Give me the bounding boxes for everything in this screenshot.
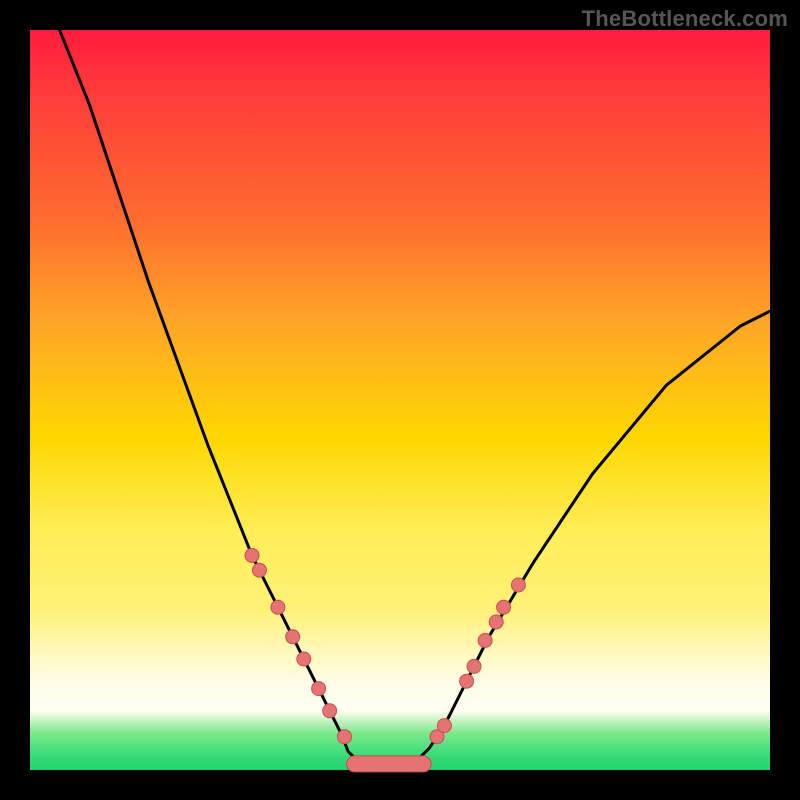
watermark-text: TheBottleneck.com	[582, 6, 788, 32]
bottleneck-curve	[60, 30, 770, 770]
data-marker	[511, 578, 525, 592]
data-marker	[271, 600, 285, 614]
data-marker	[286, 630, 300, 644]
data-marker	[467, 659, 481, 673]
data-marker	[245, 548, 259, 562]
data-marker	[489, 615, 503, 629]
data-marker	[297, 652, 311, 666]
data-marker	[460, 674, 474, 688]
data-marker	[323, 704, 337, 718]
curve-svg	[30, 30, 770, 770]
data-marker	[497, 600, 511, 614]
data-marker	[437, 719, 451, 733]
chart-frame: TheBottleneck.com	[0, 0, 800, 800]
plot-area	[30, 30, 770, 770]
data-marker	[312, 682, 326, 696]
bottom-marker-capsule	[347, 756, 432, 772]
data-marker	[338, 730, 352, 744]
data-marker	[478, 634, 492, 648]
curve-markers	[245, 548, 525, 772]
data-marker	[252, 563, 266, 577]
